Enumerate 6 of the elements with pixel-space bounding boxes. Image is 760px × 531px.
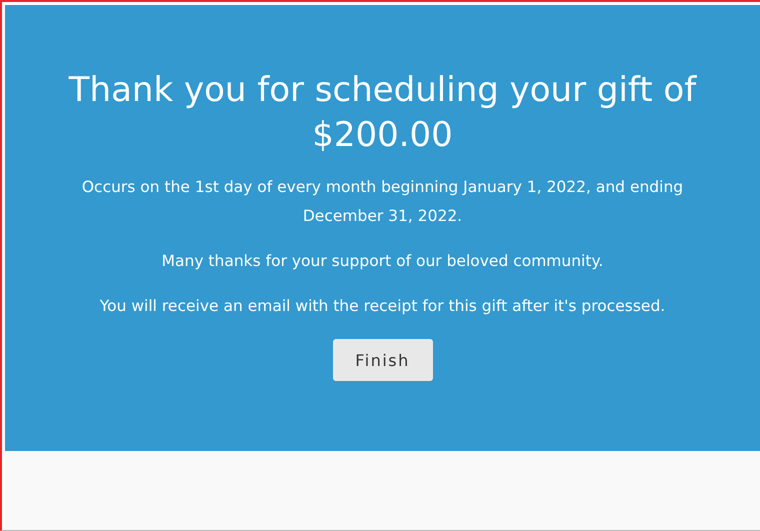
message-text: You will receive an email with the receipt for this gift after it's processed. <box>100 296 666 317</box>
message-text: Occurs on the 1st day of every month beginning January 1, 2022, and ending December 31, 2022. <box>80 177 684 227</box>
gift-amount: $200.00 <box>312 114 453 157</box>
thank-you-heading: Thank you for scheduling your gift of <box>68 69 696 112</box>
message-text: Many thanks for your support of our beloved community. <box>162 251 604 272</box>
finish-button[interactable]: Finish <box>332 339 432 381</box>
